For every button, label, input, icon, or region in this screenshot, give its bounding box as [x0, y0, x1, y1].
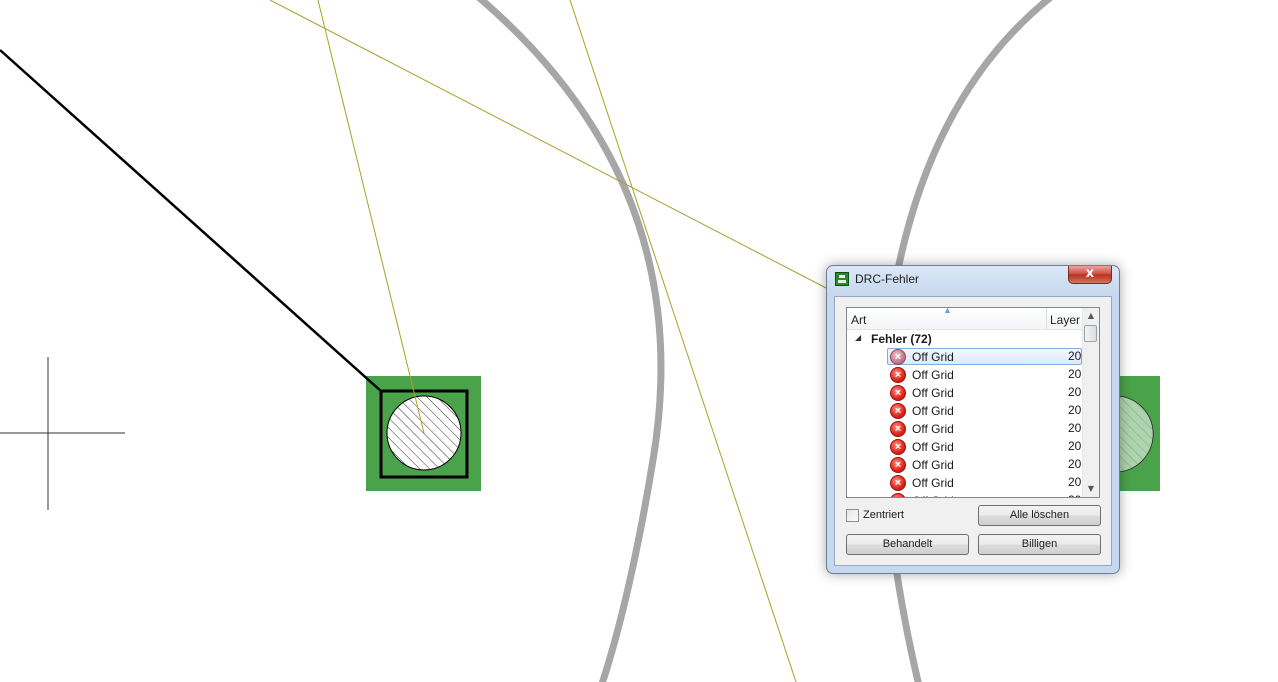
- row-layer: 20: [1068, 457, 1082, 471]
- row-layer: 20: [1068, 421, 1082, 435]
- error-icon: ×: [890, 385, 906, 401]
- row-layer: 20: [1068, 475, 1082, 489]
- error-tree[interactable]: ▲ Art Layer ◢ Fehler (72) × Off Grid 20 × Of…: [846, 307, 1100, 498]
- column-header-type-label: Art: [851, 313, 867, 327]
- group-label: Fehler (72): [871, 332, 932, 346]
- centered-checkbox-label: Zentriert: [863, 509, 904, 521]
- arc-left: [476, 0, 665, 682]
- list-item[interactable]: × Off Grid 20: [847, 420, 1084, 438]
- list-item[interactable]: × Off Grid 20: [847, 348, 1084, 366]
- scroll-thumb[interactable]: [1084, 325, 1097, 342]
- row-type: Off Grid: [912, 404, 954, 418]
- error-icon: ×: [890, 439, 906, 455]
- error-rows: × Off Grid 20 × Off Grid 20 × Off Grid 20 × Off Gr…: [847, 348, 1084, 497]
- list-item[interactable]: × Off Grid 20: [847, 456, 1084, 474]
- row-type: Off Grid: [912, 440, 954, 454]
- error-icon: ×: [890, 403, 906, 419]
- row-type: Off Grid: [912, 476, 954, 490]
- error-icon: ×: [890, 349, 906, 365]
- row-type: Off Grid: [912, 494, 954, 497]
- processed-button[interactable]: Behandelt: [846, 534, 969, 555]
- row-layer: 20: [1068, 385, 1082, 399]
- scroll-down-icon[interactable]: ▼: [1083, 481, 1099, 497]
- centered-checkbox[interactable]: [846, 509, 859, 522]
- list-item[interactable]: × Off Grid 20: [847, 474, 1084, 492]
- approve-button[interactable]: Billigen: [978, 534, 1101, 555]
- row-layer: 20: [1068, 403, 1082, 417]
- clear-all-button[interactable]: Alle löschen: [978, 505, 1101, 526]
- list-item[interactable]: × Off Grid 20: [847, 384, 1084, 402]
- dialog-titlebar[interactable]: DRC-Fehler x: [827, 266, 1119, 294]
- error-icon: ×: [890, 493, 906, 497]
- row-layer: 20: [1068, 367, 1082, 381]
- row-layer: 20: [1068, 493, 1081, 497]
- column-header-layer-label: Layer: [1050, 313, 1081, 327]
- error-icon: ×: [890, 475, 906, 491]
- row-type: Off Grid: [912, 386, 954, 400]
- airwire-3: [569, 0, 797, 682]
- row-layer: 20: [1068, 439, 1082, 453]
- collapse-triangle-icon[interactable]: ◢: [855, 333, 861, 342]
- close-icon: x: [1085, 266, 1095, 281]
- dialog-client: ▲ Art Layer ◢ Fehler (72) × Off Grid 20 × Of…: [834, 296, 1112, 566]
- list-item[interactable]: × Off Grid 20: [847, 366, 1084, 384]
- dialog-title: DRC-Fehler: [855, 272, 920, 286]
- error-icon: ×: [890, 367, 906, 383]
- row-type: Off Grid: [912, 422, 954, 436]
- close-button[interactable]: x: [1068, 266, 1112, 284]
- error-icon: ×: [890, 421, 906, 437]
- error-icon: ×: [890, 457, 906, 473]
- list-item[interactable]: × Off Grid 20: [847, 402, 1084, 420]
- list-item[interactable]: × Off Grid 20: [847, 492, 1084, 497]
- drc-dialog: DRC-Fehler x ▲ Art Layer ◢ Fehler (72) ×…: [826, 265, 1120, 574]
- row-type: Off Grid: [912, 350, 954, 364]
- tree-header: ▲ Art Layer: [847, 308, 1084, 330]
- board-icon: [835, 272, 849, 286]
- airwire-1: [317, 0, 425, 434]
- row-type: Off Grid: [912, 458, 954, 472]
- row-layer: 20: [1068, 349, 1082, 363]
- sort-ascending-icon: ▲: [943, 307, 952, 315]
- row-type: Off Grid: [912, 368, 954, 382]
- tree-group-errors[interactable]: ◢ Fehler (72): [847, 330, 1084, 348]
- scroll-up-icon[interactable]: ▲: [1083, 308, 1099, 324]
- vertical-scrollbar[interactable]: ▲ ▼: [1082, 308, 1099, 497]
- column-header-type[interactable]: ▲ Art: [847, 308, 1047, 329]
- column-header-layer[interactable]: Layer: [1047, 308, 1084, 329]
- list-item[interactable]: × Off Grid 20: [847, 438, 1084, 456]
- trace: [0, 49, 383, 393]
